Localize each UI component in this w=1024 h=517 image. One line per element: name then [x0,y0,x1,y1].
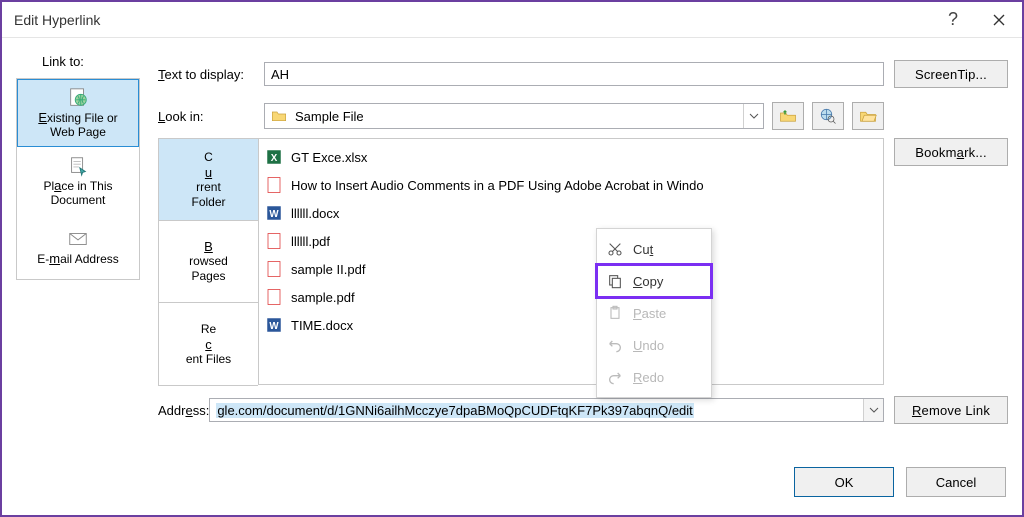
tab-browsed-pages[interactable]: BrowsedPages [159,221,258,303]
redo-icon [607,369,623,385]
title-bar: Edit Hyperlink ? [2,2,1022,38]
context-cut[interactable]: Cut [597,233,711,265]
bookmark-button[interactable]: Bookmark... [894,138,1008,166]
look-in-label: Look in: [158,109,264,124]
list-item[interactable]: XGT Exce.xlsx [265,143,877,171]
document-target-icon [66,155,90,177]
text-to-display-input[interactable] [264,62,884,86]
pdf-file-icon [265,260,283,278]
context-paste: Paste [597,297,711,329]
file-list[interactable]: XGT Exce.xlsx How to Insert Audio Commen… [258,138,884,385]
tab-current-folder[interactable]: CurrentFolder [159,139,258,221]
list-item[interactable]: Wllllll.docx [265,199,877,227]
list-item[interactable]: sample.pdf [265,283,877,311]
up-one-folder-button[interactable] [772,102,804,130]
web-search-icon [819,107,837,125]
dialog-footer: OK Cancel [794,467,1006,497]
address-label: Address: [158,403,209,418]
pdf-file-icon [265,288,283,306]
screentip-button[interactable]: ScreenTip... [894,60,1008,88]
svg-text:X: X [271,153,278,164]
scissors-icon [607,241,623,257]
word-file-icon: W [265,316,283,334]
chevron-down-icon[interactable] [863,399,883,421]
ok-button[interactable]: OK [794,467,894,497]
context-menu: Cut Copy Paste Undo Redo [596,228,712,398]
folder-up-icon [779,107,797,125]
linkto-existing-file[interactable]: Existing File orWeb Page [17,79,139,147]
cancel-button[interactable]: Cancel [906,467,1006,497]
pdf-file-icon [265,232,283,250]
list-item[interactable]: sample II.pdf [265,255,877,283]
list-item[interactable]: How to Insert Audio Comments in a PDF Us… [265,171,877,199]
excel-file-icon: X [265,148,283,166]
word-file-icon: W [265,204,283,222]
link-to-label: Link to: [42,54,84,69]
edit-hyperlink-dialog: Edit Hyperlink ? Link to: Existing File … [0,0,1024,517]
envelope-icon [66,228,90,250]
context-redo: Redo [597,361,711,393]
list-item[interactable]: WTIME.docx [265,311,877,339]
globe-page-icon [66,87,90,109]
close-button[interactable] [976,2,1022,38]
linkto-email-address[interactable]: E-mail Address [17,215,139,279]
link-to-sidebar: Existing File orWeb Page Place in ThisDo… [16,78,140,280]
folder-icon [271,108,287,124]
look-in-dropdown[interactable]: Sample File [264,103,764,129]
window-title: Edit Hyperlink [14,12,100,28]
pdf-file-icon [265,176,283,194]
svg-text:W: W [269,209,279,220]
address-input[interactable]: gle.com/document/d/1GNNi6ailhMcczye7dpaB… [209,398,884,422]
browse-file-button[interactable] [852,102,884,130]
list-item[interactable]: llllll.pdf [265,227,877,255]
copy-icon [607,273,623,289]
undo-icon [607,337,623,353]
chevron-down-icon[interactable] [743,104,763,128]
context-copy[interactable]: Copy [597,265,711,297]
look-in-value: Sample File [295,109,364,124]
browse-tabs: CurrentFolder BrowsedPages Recent Files [158,138,258,386]
remove-link-button[interactable]: Remove Link [894,396,1008,424]
tab-recent-files[interactable]: Recent Files [159,303,258,385]
svg-text:W: W [269,321,279,332]
text-to-display-label: Text to display: [158,67,264,82]
clipboard-icon [607,305,623,321]
browse-web-button[interactable] [812,102,844,130]
help-button[interactable]: ? [930,2,976,38]
context-undo: Undo [597,329,711,361]
open-folder-icon [859,107,877,125]
linkto-place-in-document[interactable]: Place in ThisDocument [17,147,139,215]
